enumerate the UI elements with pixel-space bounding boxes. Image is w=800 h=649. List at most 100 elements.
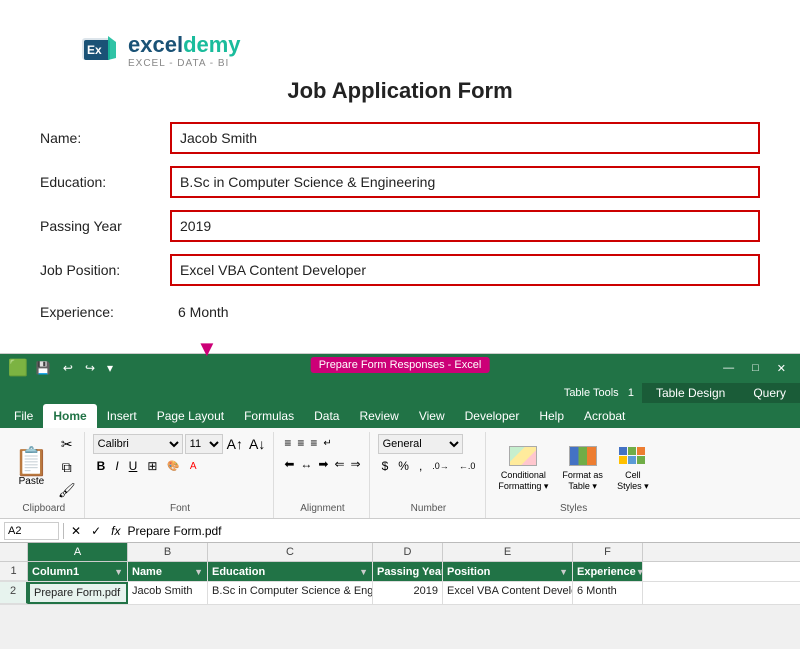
tab-developer[interactable]: Developer [455,404,530,428]
ribbon-group-clipboard: 📋 Paste ✂ ⧉ 🖌 Clipboard [4,432,85,518]
font-color-button[interactable]: A [186,459,201,474]
cell-d1[interactable]: Passing Year ▼ [373,562,443,581]
indent-decrease-btn[interactable]: ⇐ [332,455,346,473]
filter-arrow-e1[interactable]: ▼ [559,567,568,577]
excel-app-icon: 🟩 [8,358,28,378]
cell-styles-icon [617,444,649,468]
cell-e2[interactable]: Excel VBA Content Developer [443,582,573,604]
filter-arrow-f1[interactable]: ▼ [636,567,643,577]
cell-styles-button[interactable]: CellStyles ▾ [613,442,653,494]
copy-button[interactable]: ⧉ [56,457,78,478]
filter-arrow-b1[interactable]: ▼ [194,567,203,577]
align-right-btn[interactable]: ➡ [316,455,330,473]
styles-label: Styles [560,503,587,516]
form-input-job-position[interactable] [170,254,760,286]
cell-a2[interactable]: Prepare Form.pdf [28,582,128,604]
filter-arrow-c1[interactable]: ▼ [359,567,368,577]
cell-a1-value: Column1 [32,566,79,578]
cell-d2[interactable]: 2019 [373,582,443,604]
clipboard-content: 📋 Paste ✂ ⧉ 🖌 [10,434,78,501]
tab-file[interactable]: File [4,404,43,428]
indent-increase-btn[interactable]: ⇒ [349,455,363,473]
insert-function-btn[interactable]: fx [108,523,123,539]
cut-button[interactable]: ✂ [56,434,78,455]
query-tab[interactable]: Query [739,383,800,403]
align-top-left-btn[interactable]: ≡ [282,434,293,452]
ribbon-group-alignment: ≡ ≡ ≡ ↵ ⬅ ↔ ➡ ⇐ ⇒ Alignment [276,432,369,518]
col-header-d: D [373,543,443,561]
decimal-increase-btn[interactable]: .0→ [428,459,453,473]
tab-help[interactable]: Help [529,404,574,428]
border-button[interactable]: ⊞ [143,457,161,475]
conditional-formatting-button[interactable]: ConditionalFormatting ▾ [494,442,552,494]
tab-home[interactable]: Home [43,404,96,428]
align-top-right-btn[interactable]: ≡ [308,434,319,452]
cell-f1[interactable]: Experience ▼ [573,562,643,581]
format-painter-button[interactable]: 🖌 [56,480,78,501]
undo-btn[interactable]: ↩ [59,359,77,377]
tab-page-layout[interactable]: Page Layout [147,404,234,428]
close-btn[interactable]: ✕ [771,360,792,377]
number-format-select[interactable]: General [378,434,463,454]
cell-b1-value: Name [132,566,162,578]
underline-button[interactable]: U [125,457,142,475]
comma-btn[interactable]: , [415,457,426,475]
form-input-education[interactable] [170,166,760,198]
cell-b1[interactable]: Name ▼ [128,562,208,581]
redo-btn[interactable]: ↪ [81,359,99,377]
tab-formulas[interactable]: Formulas [234,404,304,428]
ribbon-group-number: General $ % , .0→ ←.0 Number [372,432,487,518]
cell-c2[interactable]: B.Sc in Computer Science & Engineering [208,582,373,604]
align-left-btn[interactable]: ⬅ [282,455,296,473]
cell-e1[interactable]: Position ▼ [443,562,573,581]
fill-color-button[interactable]: 🎨 [163,459,183,474]
cs-box-3 [637,447,645,455]
font-name-select[interactable]: Calibri [93,434,183,454]
tab-insert[interactable]: Insert [97,404,147,428]
cs-box-1 [619,447,627,455]
conditional-formatting-label: ConditionalFormatting ▾ [498,470,548,492]
maximize-btn[interactable]: □ [746,360,765,377]
tab-data[interactable]: Data [304,404,349,428]
cs-box-4 [619,456,627,464]
minimize-btn[interactable]: — [717,360,740,377]
cell-a1[interactable]: Column1 ▼ [28,562,128,581]
format-as-table-button[interactable]: Format asTable ▾ [558,442,607,494]
font-increase-btn[interactable]: A↑ [225,434,245,454]
align-top-center-btn[interactable]: ≡ [295,434,306,452]
form-label-education: Education: [40,174,170,190]
filter-arrow-a1[interactable]: ▼ [114,567,123,577]
clipboard-small-btns: ✂ ⧉ 🖌 [56,434,78,501]
customize-btn[interactable]: ▾ [103,359,117,377]
tab-view[interactable]: View [409,404,455,428]
arrow-down-indicator: ▼ [196,336,218,362]
form-input-name[interactable] [170,122,760,154]
confirm-formula-btn[interactable]: ✓ [88,523,104,539]
currency-btn[interactable]: $ [378,457,393,475]
format-as-table-icon [567,444,599,468]
formula-input[interactable] [127,524,796,538]
cell-reference-box[interactable] [4,522,59,540]
paste-button[interactable]: 📋 Paste [10,446,53,489]
percent-btn[interactable]: % [394,457,413,475]
form-input-passing-year[interactable] [170,210,760,242]
cell-f2[interactable]: 6 Month [573,582,643,604]
align-center-btn[interactable]: ↔ [298,455,314,473]
col-header-a: A [28,543,128,561]
italic-button[interactable]: I [111,457,122,475]
wrap-text-btn[interactable]: ↵ [321,436,333,451]
save-quick-btn[interactable]: 💾 [32,359,55,377]
form-row-job-position: Job Position: [40,254,760,286]
tab-review[interactable]: Review [349,404,408,428]
font-decrease-btn[interactable]: A↓ [247,434,267,454]
decimal-decrease-btn[interactable]: ←.0 [455,459,480,473]
form-input-experience[interactable] [170,298,760,326]
cell-c1[interactable]: Education ▼ [208,562,373,581]
table-design-tab[interactable]: Table Design [642,383,739,403]
align-row1: ≡ ≡ ≡ ↵ [282,434,362,452]
font-size-select[interactable]: 11 [185,434,223,454]
cell-b2[interactable]: Jacob Smith [128,582,208,604]
cancel-formula-btn[interactable]: ✕ [68,523,84,539]
bold-button[interactable]: B [93,457,110,475]
tab-acrobat[interactable]: Acrobat [574,404,635,428]
